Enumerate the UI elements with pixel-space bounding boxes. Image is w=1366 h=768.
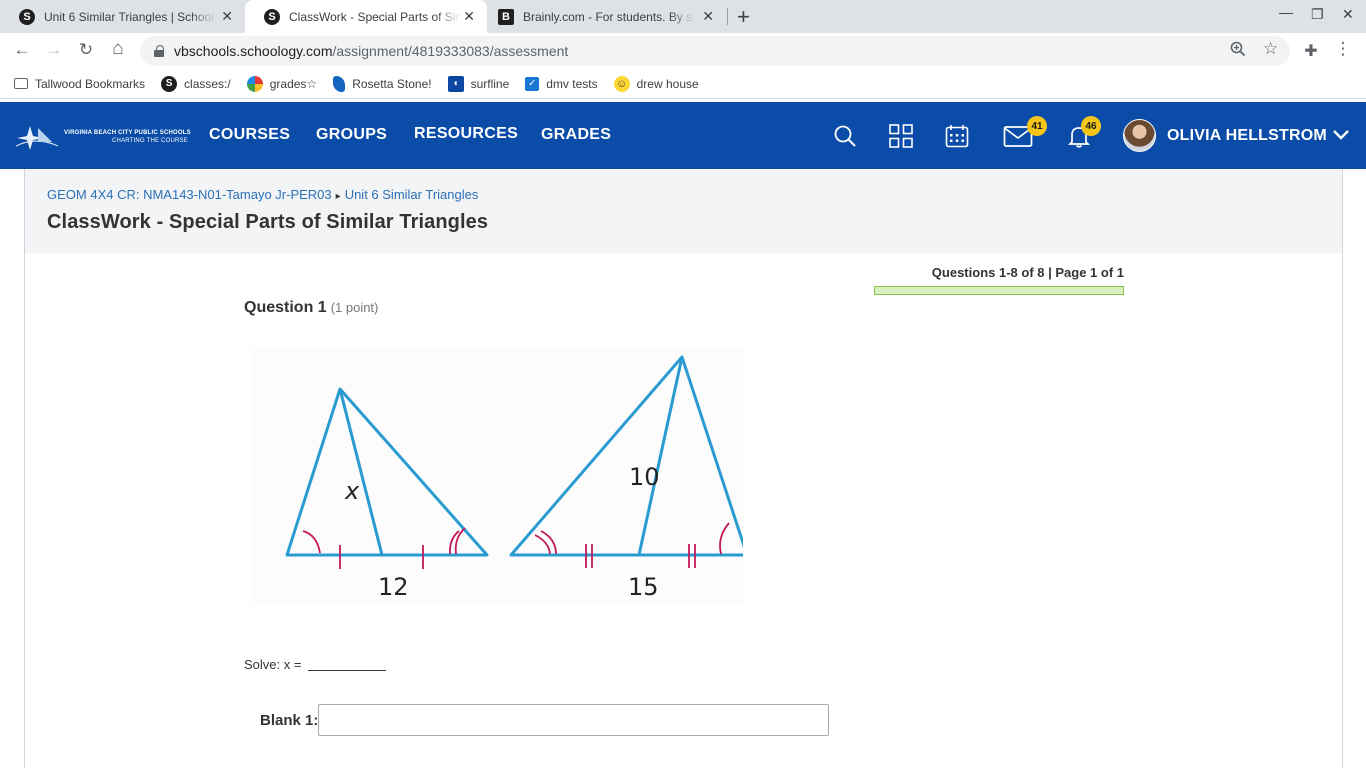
progress-bar xyxy=(874,286,1124,295)
rosetta-icon xyxy=(333,75,346,92)
messages-icon[interactable]: 41 xyxy=(1003,116,1047,148)
progress-text: Questions 1-8 of 8 | Page 1 of 1 xyxy=(931,265,1124,280)
page-header: GEOM 4X4 CR: NMA143-N01-Tamayo Jr-PER03 ▸… xyxy=(25,169,1342,253)
schoology-favicon-icon: S xyxy=(19,8,35,25)
browser-toolbar: ← → ↻ ⌂ vbschools.schoology.com/assignme… xyxy=(0,33,1366,69)
chevron-down-icon[interactable] xyxy=(1332,128,1350,142)
apps-grid-icon[interactable] xyxy=(889,124,913,148)
nav-resources[interactable]: RESOURCES xyxy=(414,125,518,143)
assessment-page: GEOM 4X4 CR: NMA143-N01-Tamayo Jr-PER03 ▸… xyxy=(24,169,1343,768)
home-icon[interactable]: ⌂ xyxy=(107,38,129,60)
browser-menu-icon[interactable]: ⋮ xyxy=(1332,39,1354,59)
tab-title: Brainly.com - For students. By students. xyxy=(523,9,695,24)
checkbox-icon: ✓ xyxy=(525,76,540,91)
new-tab-icon[interactable]: + xyxy=(737,4,750,30)
question-heading: Question 1 (1 point) xyxy=(244,299,379,316)
folder-icon xyxy=(14,78,28,89)
left-segment-label: x xyxy=(344,477,360,505)
question-points: (1 point) xyxy=(330,300,379,315)
calendar-icon[interactable] xyxy=(945,124,969,148)
notifications-bell-icon[interactable]: 46 xyxy=(1067,116,1101,148)
browser-tab-classwork[interactable]: S ClassWork - Special Parts of Similar T… xyxy=(245,0,487,33)
bookmark-dmv[interactable]: ✓ dmv tests xyxy=(525,76,598,91)
compass-logo-icon xyxy=(12,122,60,152)
close-tab-icon[interactable]: ✕ xyxy=(221,8,233,25)
answer-blank-line xyxy=(308,659,387,671)
pinwheel-icon xyxy=(246,75,263,92)
bookmark-classes[interactable]: S classes:/ xyxy=(161,75,231,92)
user-avatar[interactable] xyxy=(1123,119,1156,152)
district-logo[interactable]: VIRGINIA BEACH CITY PUBLIC SCHOOLS CHART… xyxy=(12,122,191,152)
breadcrumb-separator-icon: ▸ xyxy=(335,191,341,202)
restore-icon[interactable]: ❐ xyxy=(1311,6,1324,23)
reload-icon[interactable]: ↻ xyxy=(75,40,97,60)
notifications-count-badge: 46 xyxy=(1081,116,1101,136)
forward-arrow-icon[interactable]: → xyxy=(43,40,65,60)
nav-courses[interactable]: COURSES xyxy=(209,126,290,144)
blank-1-input[interactable] xyxy=(318,704,829,736)
bookmarks-bar: Tallwood Bookmarks S classes:/ grades☆ R… xyxy=(0,69,1366,99)
schoology-icon: S xyxy=(161,75,178,92)
bookmark-rosetta[interactable]: Rosetta Stone! xyxy=(333,75,432,92)
browser-tab-unit6[interactable]: S Unit 6 Similar Triangles | Schoology ✕ xyxy=(0,0,245,33)
minimize-icon[interactable]: — xyxy=(1279,4,1293,20)
close-window-icon[interactable]: ✕ xyxy=(1342,6,1354,23)
user-name[interactable]: OLIVIA HELLSTROM xyxy=(1167,127,1327,145)
browser-tab-brainly[interactable]: B Brainly.com - For students. By student… xyxy=(479,0,726,33)
brainly-favicon-icon: B xyxy=(498,8,514,25)
close-tab-icon[interactable]: ✕ xyxy=(463,8,475,25)
extensions-puzzle-icon[interactable]: ✚ xyxy=(1300,41,1322,61)
right-segment-label: 10 xyxy=(629,463,660,491)
smiley-icon: ☺ xyxy=(613,75,630,92)
browser-tab-strip: S Unit 6 Similar Triangles | Schoology ✕… xyxy=(0,0,1366,33)
messages-count-badge: 41 xyxy=(1027,116,1047,136)
blank-1-label: Blank 1: xyxy=(260,712,319,729)
breadcrumb: GEOM 4X4 CR: NMA143-N01-Tamayo Jr-PER03 ▸… xyxy=(47,187,478,202)
tab-separator xyxy=(727,8,728,25)
left-base-label: 12 xyxy=(378,573,409,601)
address-bar[interactable]: vbschools.schoology.com/assignment/48193… xyxy=(140,36,1290,66)
bookmark-star-icon[interactable]: ☆ xyxy=(1263,39,1278,59)
solve-prompt: Solve: x = xyxy=(244,657,387,672)
progress-bar-fill xyxy=(875,287,1123,294)
bookmark-grades[interactable]: grades☆ xyxy=(246,75,317,92)
breadcrumb-folder-link[interactable]: Unit 6 Similar Triangles xyxy=(345,187,479,202)
nav-groups[interactable]: GROUPS xyxy=(316,126,387,144)
close-tab-icon[interactable]: ✕ xyxy=(702,8,714,25)
search-icon[interactable] xyxy=(833,124,857,148)
lock-icon[interactable] xyxy=(154,45,164,57)
nav-grades[interactable]: GRADES xyxy=(541,126,611,144)
bookmark-tallwood[interactable]: Tallwood Bookmarks xyxy=(14,77,145,91)
tab-title: Unit 6 Similar Triangles | Schoology xyxy=(44,9,216,24)
schoology-favicon-icon: S xyxy=(264,8,280,25)
page-title: ClassWork - Special Parts of Similar Tri… xyxy=(47,211,489,233)
right-base-label: 15 xyxy=(628,573,659,601)
surfline-icon: ◖ xyxy=(447,75,464,92)
similar-triangles-figure: x 12 10 15 xyxy=(251,347,743,605)
back-arrow-icon[interactable]: ← xyxy=(11,40,33,60)
zoom-icon[interactable] xyxy=(1230,41,1246,61)
tab-title: ClassWork - Special Parts of Similar Tri… xyxy=(289,9,461,24)
breadcrumb-course-link[interactable]: GEOM 4X4 CR: NMA143-N01-Tamayo Jr-PER03 xyxy=(47,187,332,202)
schoology-header: VIRGINIA BEACH CITY PUBLIC SCHOOLS CHART… xyxy=(0,102,1366,169)
bookmark-drew-house[interactable]: ☺ drew house xyxy=(613,75,699,92)
bookmark-surfline[interactable]: ◖ surfline xyxy=(447,75,509,92)
url-text[interactable]: vbschools.schoology.com/assignment/48193… xyxy=(174,43,568,59)
